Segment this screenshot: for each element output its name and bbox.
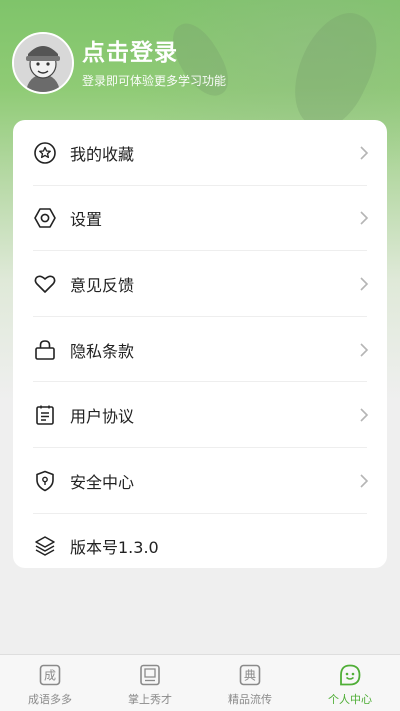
menu-item-label: 设置 [70,210,103,230]
login-subtitle: 登录即可体验更多学习功能 [82,73,227,88]
idiom-tile-icon: 成 [39,664,61,686]
heart-icon [33,272,57,296]
menu-item-favorites[interactable]: 我的收藏 [13,120,369,186]
lock-bag-icon [33,338,57,362]
shield-icon [33,469,57,493]
tab-glyph: 典 [244,669,256,683]
book-icon [139,664,161,686]
menu-card: 我的收藏 设置 意见反馈 隐私条款 用户协议 安全中心 版本号1.3.0 [13,120,387,568]
tab-label: 掌上秀才 [128,693,172,706]
chevron-right-icon [360,343,369,357]
tab-label: 个人中心 [328,693,372,706]
chevron-right-icon [360,408,369,422]
classic-tile-icon: 典 [239,664,261,686]
menu-item-label: 隐私条款 [70,341,135,361]
star-badge-icon [33,141,57,165]
chevron-right-icon [360,211,369,225]
login-title[interactable]: 点击登录 [82,38,226,68]
menu-item-privacy[interactable]: 隐私条款 [13,317,369,383]
tab-profile[interactable]: 个人中心 [300,655,400,711]
menu-item-feedback[interactable]: 意见反馈 [13,251,369,317]
document-list-icon [33,403,57,427]
tab-glyph: 成 [44,669,56,683]
version-label: 版本号1.3.0 [70,538,159,558]
tab-label: 成语多多 [28,693,72,706]
menu-item-label: 我的收藏 [70,144,135,164]
tab-label: 精品流传 [228,693,272,706]
tab-classics[interactable]: 典 精品流传 [200,655,300,711]
chevron-right-icon [360,474,369,488]
menu-item-version: 版本号1.3.0 [13,514,367,580]
tab-idioms[interactable]: 成 成语多多 [0,655,100,711]
smiley-bubble-icon [339,664,361,686]
chevron-right-icon [360,277,369,291]
menu-item-label: 用户协议 [70,407,135,427]
menu-item-security-center[interactable]: 安全中心 [13,448,369,514]
scholar-avatar-icon [14,34,72,92]
menu-item-label: 安全中心 [70,472,135,492]
layers-icon [33,534,57,558]
login-profile[interactable]: 点击登录 登录即可体验更多学习功能 [12,32,226,94]
chevron-right-icon [360,146,369,160]
tab-scholar[interactable]: 掌上秀才 [100,655,200,711]
avatar[interactable] [12,32,74,94]
bottom-tab-bar: 成 成语多多 掌上秀才 典 精品流传 个人中心 [0,654,400,711]
hexagon-settings-icon [33,206,57,230]
menu-item-user-agreement[interactable]: 用户协议 [13,382,369,448]
menu-item-settings[interactable]: 设置 [13,186,369,252]
menu-item-label: 意见反馈 [70,275,135,295]
